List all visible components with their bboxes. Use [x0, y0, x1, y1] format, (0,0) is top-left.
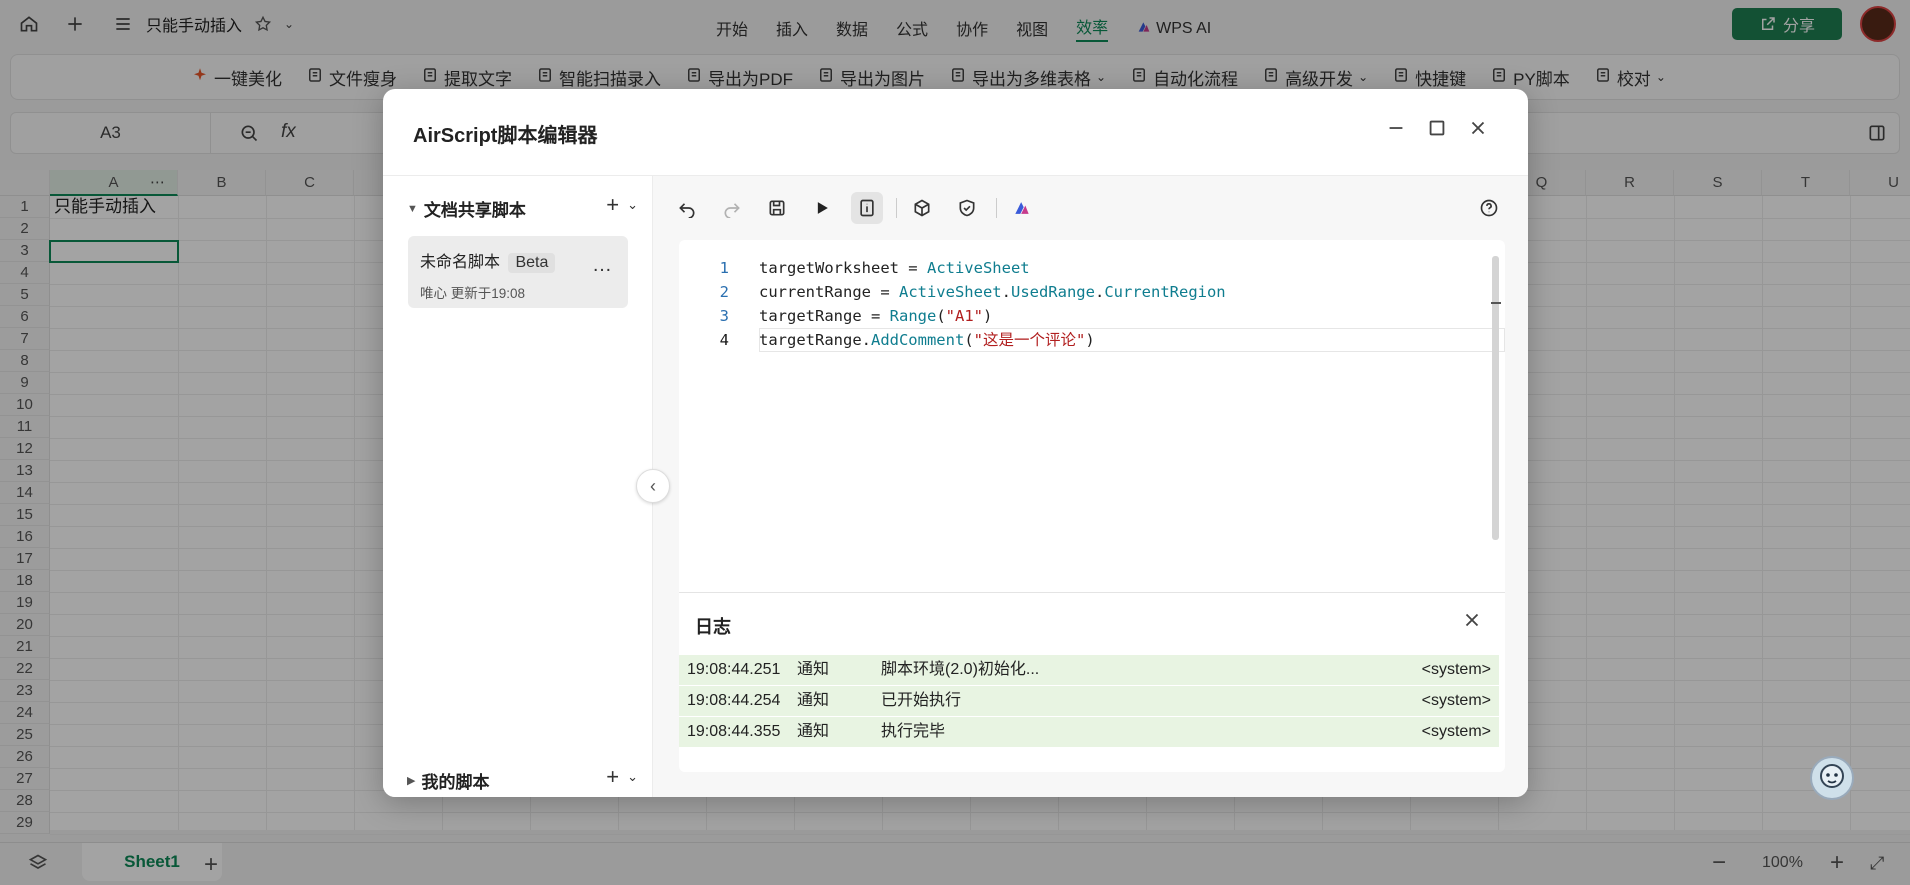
script-more-button[interactable]: … [592, 254, 612, 277]
maximize-icon[interactable] [1426, 117, 1450, 141]
log-entry: 19:08:44.251 通知 脚本环境(2.0)初始化... <system> [679, 655, 1499, 685]
log-panel: 日志 19:08:44.251 通知 脚本环境(2.0)初始化... <system>… [679, 592, 1505, 772]
code-token: UsedRange [1010, 283, 1095, 301]
code-line: 1 targetWorksheet = ActiveSheet [679, 256, 1505, 280]
scroll-marker [1491, 302, 1501, 304]
play-icon [817, 202, 828, 214]
script-sidebar: ▼ 文档共享脚本 + ⌄ 未命名脚本 Beta 唯心 更新于19:08 … ▶ … [383, 175, 653, 797]
log-time: 19:08:44.254 [687, 692, 781, 709]
code-editor[interactable]: 1 targetWorksheet = ActiveSheet 2 currentRa… [679, 240, 1505, 592]
log-source: <system> [1421, 661, 1491, 678]
run-button[interactable] [806, 192, 838, 224]
code-text: targetRange.AddComment("这是一个评论") [759, 328, 1095, 352]
shield-check-icon [959, 199, 975, 217]
add-my-script-button[interactable]: + ⌄ [606, 764, 638, 790]
code-token: ( [964, 331, 974, 349]
code-token: ActiveSheet [898, 283, 1002, 301]
help-button[interactable] [1473, 192, 1505, 224]
ai-assistant-button[interactable] [1006, 192, 1038, 224]
line-number: 2 [719, 283, 729, 301]
library-button[interactable] [906, 192, 938, 224]
info-icon [860, 199, 874, 217]
code-token: AddComment [870, 331, 965, 349]
code-token: targetRange = [759, 307, 890, 325]
beta-badge: Beta [508, 253, 556, 273]
wps-ai-icon [1015, 202, 1029, 214]
undo-button[interactable] [671, 192, 703, 224]
line-number: 3 [719, 307, 729, 325]
script-item[interactable]: 未命名脚本 Beta 唯心 更新于19:08 … [408, 236, 628, 308]
log-close-icon[interactable] [1461, 609, 1485, 633]
code-token: ) [1085, 331, 1095, 349]
code-token: . [1094, 283, 1105, 301]
code-text: targetRange = Range("A1") [759, 304, 992, 328]
shared-scripts-title: 文档共享脚本 [423, 201, 526, 220]
my-scripts-title: 我的脚本 [421, 773, 490, 792]
plus-icon: + [606, 764, 620, 789]
log-entry: 19:08:44.254 通知 已开始执行 <system> [679, 686, 1499, 716]
chevron-down-icon: ⌄ [627, 769, 638, 784]
chevron-down-icon: ⌄ [627, 197, 638, 212]
log-level: 通知 [797, 723, 830, 740]
toolbar-divider [996, 198, 997, 218]
log-level: 通知 [797, 661, 830, 678]
code-text: targetWorksheet = ActiveSheet [759, 256, 1030, 280]
code-token: currentRange = [759, 283, 899, 301]
collapse-sidebar-button[interactable]: ‹ [636, 469, 670, 503]
minimize-icon[interactable] [1385, 117, 1409, 141]
code-token: targetWorksheet = [759, 259, 927, 277]
redo-button[interactable] [716, 192, 748, 224]
code-text: currentRange = ActiveSheet.UsedRange.Cur… [759, 280, 1226, 304]
code-line: 4 targetRange.AddComment("这是一个评论") [679, 328, 1505, 352]
log-level: 通知 [797, 692, 830, 709]
code-token: Range [889, 307, 937, 325]
editor-toolbar [653, 176, 1528, 240]
redo-icon [724, 203, 740, 218]
assistant-mascot-icon[interactable] [1810, 756, 1854, 800]
line-number: 4 [719, 331, 729, 349]
log-time: 19:08:44.251 [687, 661, 781, 678]
log-title: 日志 [695, 617, 731, 637]
log-time: 19:08:44.355 [687, 723, 781, 740]
chevron-left-icon: ‹ [650, 475, 656, 496]
code-token: ) [983, 307, 993, 325]
log-source: <system> [1421, 692, 1491, 709]
close-icon[interactable] [1467, 117, 1491, 141]
dialog-title: AirScript脚本编辑器 [413, 125, 598, 147]
code-line: 3 targetRange = Range("A1") [679, 304, 1505, 328]
log-message: 执行完毕 [881, 723, 946, 740]
code-token: "A1" [945, 307, 983, 325]
code-token: ActiveSheet [926, 259, 1030, 277]
code-token: CurrentRegion [1104, 283, 1226, 301]
log-entry: 19:08:44.355 通知 执行完毕 <system> [679, 717, 1499, 747]
script-meta: 唯心 更新于19:08 [420, 286, 526, 301]
code-line: 2 currentRange = ActiveSheet.UsedRange.Cu… [679, 280, 1505, 304]
save-button[interactable] [761, 192, 793, 224]
log-message: 已开始执行 [881, 692, 962, 709]
add-shared-script-button[interactable]: + ⌄ [606, 192, 638, 218]
code-token: targetRange. [759, 331, 871, 349]
toolbar-divider [896, 198, 897, 218]
shared-scripts-section[interactable]: ▼ 文档共享脚本 [407, 196, 526, 221]
help-icon [1480, 199, 1498, 217]
permission-button[interactable] [951, 192, 983, 224]
expand-triangle-icon: ▶ [407, 775, 416, 787]
package-icon [914, 199, 930, 217]
line-number: 1 [719, 259, 729, 277]
my-scripts-section[interactable]: ▶ 我的脚本 [407, 768, 489, 793]
script-name: 未命名脚本 [420, 254, 501, 271]
script-info-button[interactable] [851, 192, 883, 224]
editor-area: 1 targetWorksheet = ActiveSheet 2 currentRa… [653, 175, 1528, 797]
log-message: 脚本环境(2.0)初始化... [881, 661, 1040, 678]
plus-icon: + [606, 192, 620, 217]
code-scrollbar[interactable] [1492, 256, 1499, 540]
save-icon [769, 200, 785, 216]
code-token: . [1001, 283, 1011, 301]
log-source: <system> [1421, 723, 1491, 740]
airscript-editor-dialog: AirScript脚本编辑器 ▼ 文档共享脚本 + ⌄ 未命名脚本 Beta 唯… [383, 89, 1528, 797]
code-token: "这是一个评论" [973, 331, 1086, 349]
undo-icon [679, 203, 695, 218]
collapse-triangle-icon: ▼ [407, 202, 418, 215]
code-token: ( [936, 307, 946, 325]
